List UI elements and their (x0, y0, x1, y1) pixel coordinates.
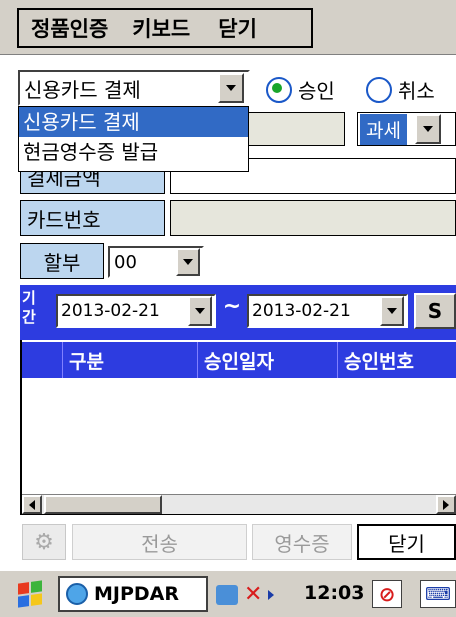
receipt-button[interactable]: 영수증 (252, 524, 352, 560)
taskbar-clock[interactable]: 12:03 (304, 582, 364, 604)
grid-hscrollbar[interactable] (22, 494, 456, 514)
radio-cancel[interactable]: 취소 (366, 75, 435, 104)
radio-approve[interactable]: 승인 (266, 75, 335, 104)
gear-icon: ⚙ (34, 529, 54, 555)
no-sync-icon[interactable]: ⊘ (372, 580, 402, 608)
grid-header: 구분 승인일자 승인번호 (22, 342, 456, 378)
search-button[interactable]: S (414, 293, 456, 329)
payment-type-value: 신용카드 결제 (24, 77, 141, 102)
installment-select[interactable]: 00 (108, 246, 204, 278)
taskbar-app-button[interactable]: MJPDAR (58, 576, 208, 612)
arrow-right-icon (443, 499, 449, 510)
chevron-down-icon[interactable] (188, 296, 212, 326)
menu-group: 정품인증 키보드 닫기 (17, 8, 313, 48)
chevron-down-icon[interactable] (414, 114, 441, 144)
scroll-left-button[interactable] (22, 495, 42, 514)
tax-value: 과세 (360, 113, 407, 145)
scroll-right-button[interactable] (436, 495, 456, 514)
dropdown-option-card[interactable]: 신용카드 결제 (19, 107, 248, 137)
dropdown-option-cash-receipt[interactable]: 현금영수증 발급 (19, 137, 248, 167)
card-number-input[interactable] (170, 200, 456, 236)
send-button[interactable]: 전송 (72, 524, 247, 560)
tray-arrow-icon[interactable] (268, 590, 275, 600)
installment-label: 할부 (20, 243, 104, 279)
taskbar-app-label: MJPDAR (94, 583, 180, 605)
settings-button[interactable]: ⚙ (22, 524, 66, 560)
radio-cancel-label: 취소 (398, 79, 435, 103)
date-from-value: 2013-02-21 (61, 301, 160, 321)
volume-muted-icon[interactable]: ✕ (244, 584, 262, 606)
app-icon (66, 583, 88, 605)
grid-col-number[interactable]: 승인번호 (337, 342, 456, 378)
radio-cancel-icon[interactable] (366, 76, 392, 103)
chevron-down-icon[interactable] (176, 248, 200, 276)
tray-icons: ✕ (216, 580, 300, 610)
radio-approve-label: 승인 (298, 79, 335, 103)
date-to-value: 2013-02-21 (252, 301, 351, 321)
installment-value: 00 (114, 251, 137, 273)
date-from-picker[interactable]: 2013-02-21 (56, 294, 216, 328)
grid-header-corner (22, 342, 62, 378)
grid-col-type[interactable]: 구분 (62, 342, 197, 378)
period-tilde: ~ (222, 294, 242, 319)
period-label: 기간 (22, 289, 36, 326)
keyboard-toggle-icon[interactable]: ⌨ (420, 580, 456, 608)
scroll-thumb[interactable] (44, 495, 162, 514)
windows-flag-icon (18, 580, 42, 608)
menu-item-activation[interactable]: 정품인증 (31, 13, 108, 43)
network-icon[interactable] (216, 585, 238, 605)
row2-field (245, 112, 345, 146)
payment-type-dropdown: 신용카드 결제 현금영수증 발급 (18, 106, 249, 172)
grid-col-date[interactable]: 승인일자 (197, 342, 337, 378)
payment-type-select[interactable]: 신용카드 결제 (18, 70, 250, 106)
card-number-label: 카드번호 (20, 200, 165, 236)
date-to-picker[interactable]: 2013-02-21 (247, 294, 408, 328)
radio-approve-icon[interactable] (266, 76, 292, 103)
menu-item-close[interactable]: 닫기 (218, 13, 257, 43)
chevron-down-icon[interactable] (380, 296, 404, 326)
menu-item-keyboard[interactable]: 키보드 (132, 13, 190, 43)
close-button[interactable]: 닫기 (357, 524, 456, 560)
arrow-left-icon (29, 499, 35, 510)
start-button[interactable] (10, 578, 50, 610)
tax-select[interactable]: 과세 (357, 112, 456, 146)
chevron-down-icon[interactable] (218, 73, 244, 103)
